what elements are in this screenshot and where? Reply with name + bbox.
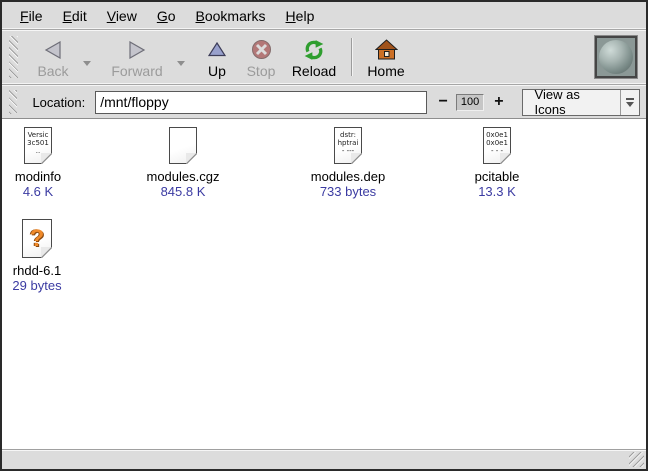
back-history-chevron-icon[interactable] [83,61,91,66]
resize-grip[interactable] [629,452,644,467]
back-label: Back [37,63,68,80]
file-name: modinfo [2,169,93,184]
up-button[interactable]: Up [203,34,231,80]
home-button[interactable]: Home [364,34,408,80]
menu-go[interactable]: Go [147,3,186,29]
zoom-in-button[interactable]: + [490,92,507,112]
location-bar-grip-handle[interactable] [9,90,17,114]
file-icon-view: Versic 3c501 .. modinfo 4.6 K modules.cg… [2,118,646,449]
file-manager-window: File Edit View Go Bookmarks Help Back Fo… [0,0,648,471]
menu-file[interactable]: File [10,3,53,29]
forward-history-chevron-icon[interactable] [177,61,185,66]
reload-button[interactable]: Reload [289,34,339,80]
up-icon [208,37,226,63]
forward-icon [127,37,147,63]
blank-file-icon [169,127,197,164]
status-bar [2,449,646,469]
menu-view[interactable]: View [97,3,147,29]
text-file-icon: Versic 3c501 .. [24,127,52,164]
location-bar: Location: − 100 + View as Icons [2,85,646,118]
home-icon [375,37,398,63]
reload-icon [303,37,325,63]
file-size: 13.3 K [442,184,552,200]
dropdown-chevron-icon[interactable] [620,90,639,115]
file-item-modules-cgz[interactable]: modules.cgz 845.8 K [128,127,238,200]
file-item-pcitable[interactable]: 0x0e1 0x0e1 - - - pcitable 13.3 K [442,127,552,200]
unknown-file-icon: ? [22,219,52,258]
toolbar: Back Forward Up Stop [2,30,646,85]
view-mode-label: View as Icons [523,90,621,115]
reload-label: Reload [292,63,336,80]
back-icon [43,37,63,63]
file-item-modules-dep[interactable]: dstr: hptrai - --- modules.dep 733 bytes [293,127,403,200]
file-size: 4.6 K [2,184,93,200]
file-name: modules.dep [293,169,403,184]
location-label: Location: [32,95,85,110]
toolbar-grip-handle[interactable] [9,36,18,78]
back-button[interactable]: Back [31,34,75,80]
file-size: 29 bytes [2,278,92,294]
forward-label: Forward [111,63,162,80]
file-name: pcitable [442,169,552,184]
menu-bar: File Edit View Go Bookmarks Help [2,2,646,30]
toolbar-separator [351,38,352,76]
file-name: rhdd-6.1 [2,263,92,278]
zoom-level-indicator: 100 [456,94,484,111]
location-input[interactable] [95,91,426,114]
stop-button[interactable]: Stop [243,34,279,80]
zoom-out-button[interactable]: − [435,92,452,112]
menu-bookmarks[interactable]: Bookmarks [186,3,276,29]
view-mode-dropdown[interactable]: View as Icons [522,89,640,116]
text-file-icon: dstr: hptrai - --- [334,127,362,164]
text-file-icon: 0x0e1 0x0e1 - - - [483,127,511,164]
up-label: Up [208,63,226,80]
file-name: modules.cgz [128,169,238,184]
forward-button[interactable]: Forward [107,34,167,80]
file-size: 845.8 K [128,184,238,200]
home-label: Home [367,63,404,80]
file-item-rhdd-6-1[interactable]: ? rhdd-6.1 29 bytes [2,219,92,294]
file-size: 733 bytes [293,184,403,200]
stop-icon [251,37,272,63]
menu-edit[interactable]: Edit [53,3,97,29]
file-item-modinfo[interactable]: Versic 3c501 .. modinfo 4.6 K [2,127,93,200]
stop-label: Stop [247,63,276,80]
menu-help[interactable]: Help [276,3,325,29]
throbber-icon [594,35,638,79]
